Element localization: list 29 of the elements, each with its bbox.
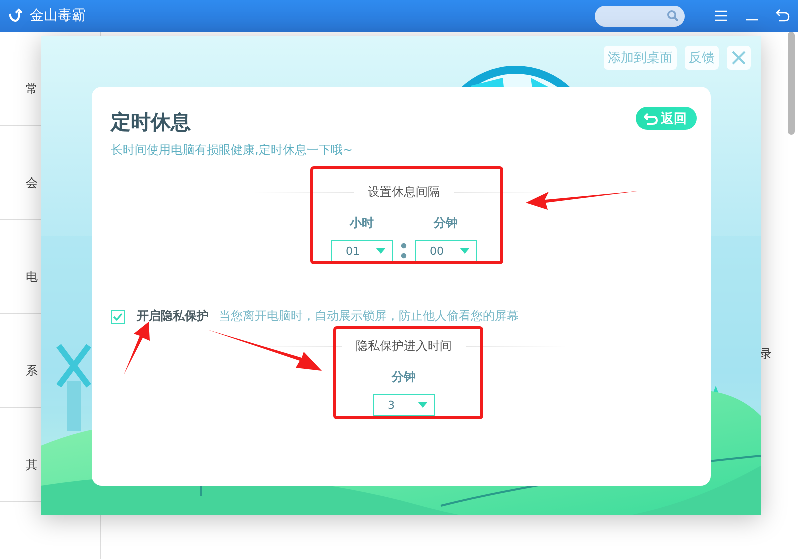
caret-icon bbox=[376, 248, 386, 254]
return-icon bbox=[644, 112, 658, 124]
caret-icon bbox=[460, 248, 470, 254]
scrollbar[interactable] bbox=[788, 32, 795, 135]
subtitle: 长时间使用电脑有损眼健康,定时休息一下哦~ bbox=[111, 142, 354, 159]
dropdown[interactable]: 01 bbox=[331, 240, 393, 262]
app-title: 金山毒霸 bbox=[30, 7, 86, 25]
dropdown[interactable]: 3 bbox=[373, 394, 435, 416]
dropdown[interactable]: 00 bbox=[415, 240, 477, 262]
return-icon[interactable] bbox=[776, 9, 790, 23]
description: 当您离开电脑时，自动展示锁屏，防止他人偷看您的屏幕 bbox=[219, 308, 519, 325]
field-label: 分钟 bbox=[392, 369, 416, 386]
content-text: 录 bbox=[760, 346, 772, 363]
checkbox[interactable] bbox=[111, 310, 125, 324]
close-icon bbox=[732, 51, 746, 65]
logo-icon bbox=[8, 8, 24, 24]
caret-icon bbox=[418, 402, 428, 408]
menu-icon[interactable] bbox=[714, 9, 728, 23]
close-button[interactable] bbox=[727, 46, 751, 70]
search-icon bbox=[667, 10, 679, 22]
field-label: 小时 bbox=[350, 215, 374, 232]
section-heading: 设置休息间隔 bbox=[368, 184, 440, 201]
colon-icon bbox=[401, 243, 407, 259]
checkbox-label: 开启隐私保护 bbox=[137, 308, 209, 325]
field-label: 分钟 bbox=[434, 215, 458, 232]
search-field[interactable] bbox=[595, 6, 685, 26]
dialog-title: 定时休息 bbox=[111, 109, 191, 136]
arrow bbox=[124, 322, 150, 375]
section-heading: 隐私保护进入时间 bbox=[356, 338, 452, 355]
